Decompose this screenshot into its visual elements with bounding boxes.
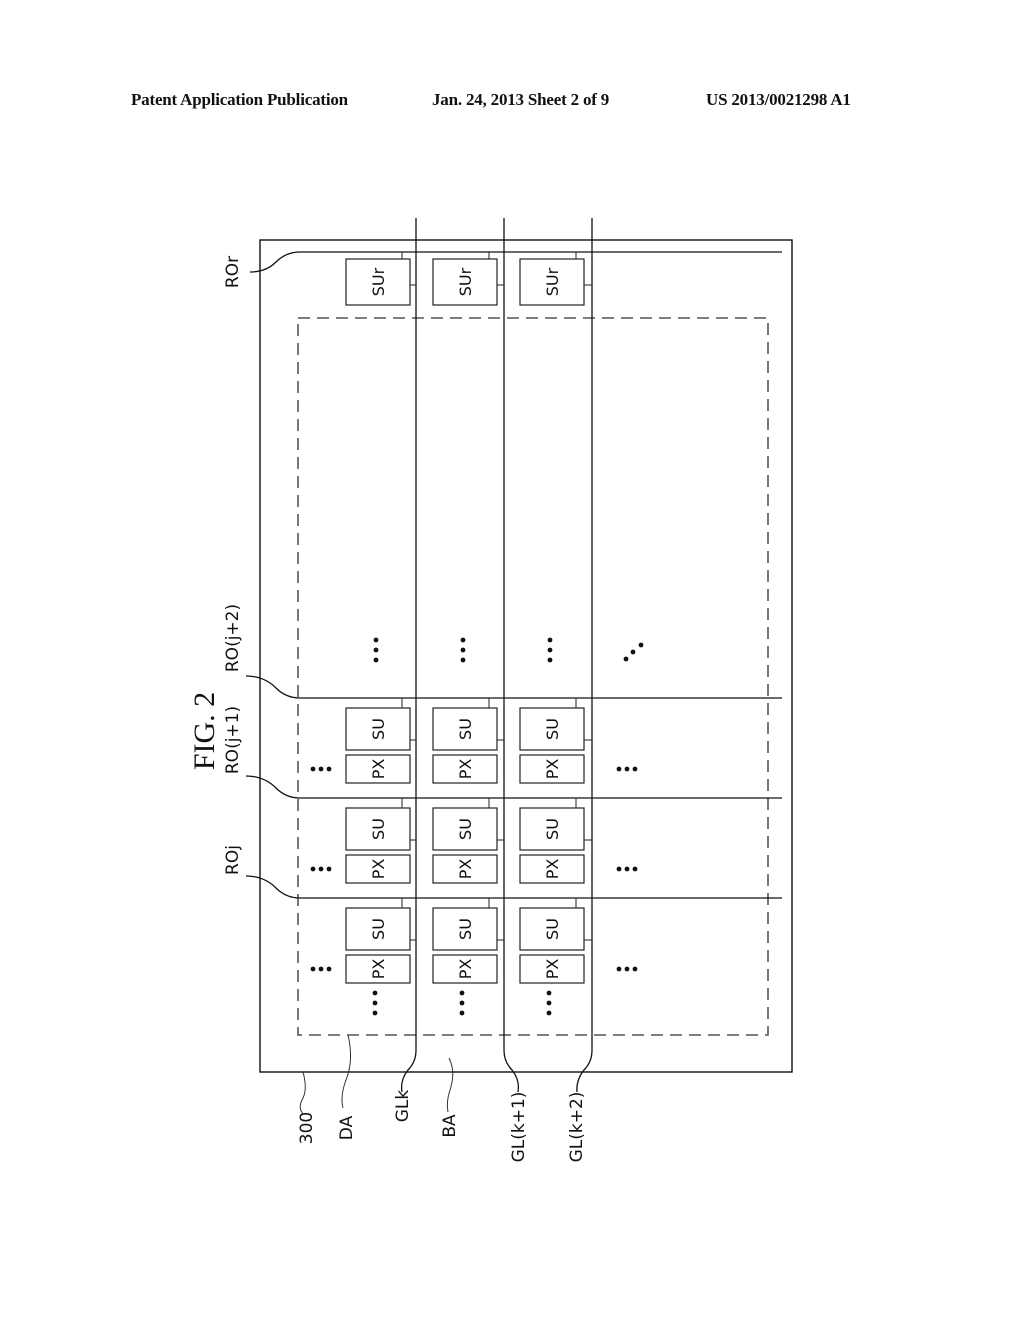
sensing-unit: SU: [519, 698, 585, 751]
ellipsis-vertical-bottom: [459, 990, 465, 1016]
readout-line-r: [249, 251, 782, 273]
label-border-area: BA: [440, 1114, 460, 1138]
label-display-area: DA: [337, 1115, 357, 1140]
sensing-unit: SU: [345, 798, 411, 851]
readout-line-j: [245, 875, 782, 899]
pixel: PX: [345, 854, 411, 884]
ellipsis-left: [310, 966, 332, 972]
readout-line-j1: [245, 775, 782, 799]
pixel-label: PX: [369, 959, 388, 980]
label-readout-j1: RO(j+1): [223, 706, 243, 774]
sensing-unit: SU: [345, 898, 411, 951]
pixel: PX: [345, 754, 411, 784]
pixel: PX: [432, 854, 498, 884]
ellipsis-vertical-bottom: [546, 990, 552, 1016]
sensing-unit-label: SU: [369, 818, 388, 840]
pixel-label: PX: [456, 759, 475, 780]
pixel-label: PX: [543, 759, 562, 780]
sensing-unit-r: SUr: [345, 252, 411, 306]
pixel: PX: [519, 754, 585, 784]
sensing-unit-label: SU: [456, 718, 475, 740]
sensing-unit-label: SU: [543, 918, 562, 940]
readout-line-j2: [245, 675, 782, 699]
pixel: PX: [432, 754, 498, 784]
label-readout-j2: RO(j+2): [223, 604, 243, 672]
pixel: PX: [432, 954, 498, 984]
figure-diagram: SUr SUr SUr SU PX SU PX SU PX SU PX SU PX SU PX SU PX SU…: [188, 218, 793, 1163]
gate-line-k1: [503, 218, 520, 1093]
sensing-unit-r-label: SUr: [456, 267, 475, 296]
ellipsis-vertical-top: [547, 637, 553, 663]
ellipsis-left: [310, 866, 332, 872]
sensing-unit-label: SU: [543, 818, 562, 840]
sensing-unit-r-label: SUr: [369, 267, 388, 296]
sensing-unit-label: SU: [543, 718, 562, 740]
label-readout-j: ROj: [223, 845, 243, 875]
sensing-unit: SU: [519, 898, 585, 951]
sensing-unit: SU: [432, 798, 498, 851]
pixel-label: PX: [543, 859, 562, 880]
leader-300: [299, 1071, 306, 1115]
pixel-label: PX: [369, 859, 388, 880]
sensing-unit-label: SU: [369, 918, 388, 940]
pixel: PX: [519, 954, 585, 984]
pixel: PX: [519, 854, 585, 884]
pixel-label: PX: [543, 959, 562, 980]
ellipsis-left: [310, 766, 332, 772]
sensing-unit: SU: [432, 898, 498, 951]
figure-title: FIG. 2: [188, 692, 221, 770]
ellipsis-right: [616, 966, 638, 972]
sensing-unit: SU: [432, 698, 498, 751]
sensing-unit-label: SU: [456, 918, 475, 940]
sensing-unit-r-label: SUr: [543, 267, 562, 296]
ellipsis-right: [616, 866, 638, 872]
label-gate-line-k: GLk: [393, 1090, 413, 1123]
pixel: PX: [345, 954, 411, 984]
ellipsis-vertical-top: [460, 637, 466, 663]
sensing-unit: SU: [519, 798, 585, 851]
label-panel-300: 300: [297, 1112, 317, 1144]
pixel-label: PX: [369, 759, 388, 780]
sensing-unit-r: SUr: [432, 252, 498, 306]
ellipsis-diagonal: [623, 642, 644, 662]
ellipsis-right: [616, 766, 638, 772]
ellipsis-vertical-bottom: [372, 990, 378, 1016]
sensing-unit-label: SU: [456, 818, 475, 840]
label-gate-line-k1: GL(k+1): [509, 1092, 529, 1163]
leader-ba: [446, 1057, 454, 1113]
sensing-unit-label: SU: [369, 718, 388, 740]
label-readout-r: ROr: [223, 256, 243, 288]
pixel-label: PX: [456, 859, 475, 880]
pixel-label: PX: [456, 959, 475, 980]
label-gate-line-k2: GL(k+2): [567, 1092, 587, 1163]
sensing-unit: SU: [345, 698, 411, 751]
sensing-unit-r: SUr: [519, 252, 585, 306]
ellipsis-vertical-top: [373, 637, 379, 663]
